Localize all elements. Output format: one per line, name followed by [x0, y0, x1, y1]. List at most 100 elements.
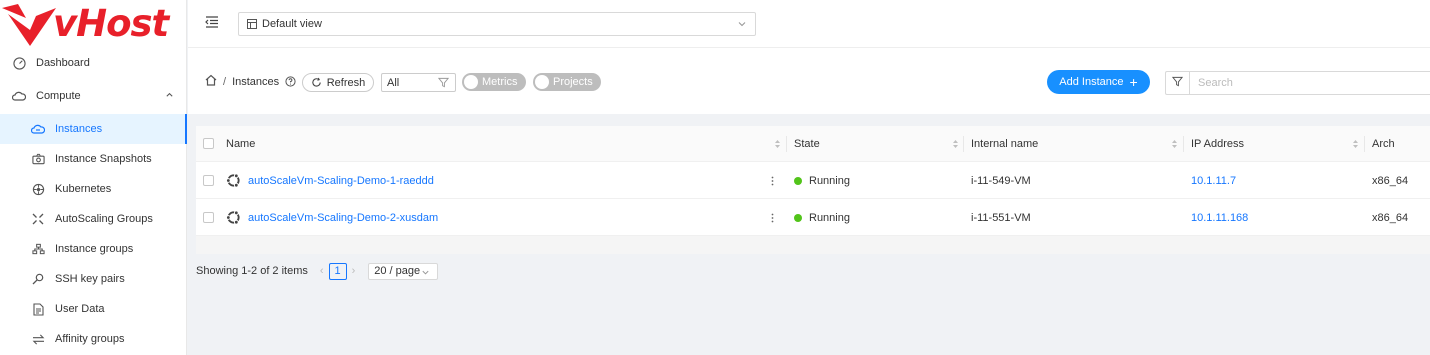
view-select-value: Default view: [262, 18, 322, 30]
more-actions-icon[interactable]: [771, 176, 774, 189]
sidebar-item-instance-groups[interactable]: Instance groups: [0, 234, 187, 264]
state-text: Running: [809, 174, 850, 187]
sidebar-item-label: Affinity groups: [55, 333, 125, 345]
sort-icon[interactable]: [1171, 139, 1178, 152]
reload-icon: [311, 77, 322, 88]
instance-name-link[interactable]: autoScaleVm-Scaling-Demo-2-xusdam: [248, 199, 438, 236]
sidebar-item-instance-snapshots[interactable]: Instance Snapshots: [0, 144, 187, 174]
document-icon: [31, 302, 45, 316]
chevron-down-icon: [421, 268, 430, 280]
arch-cell: x86_64: [1372, 211, 1409, 224]
dashboard-icon: [12, 56, 26, 70]
sidebar-item-user-data[interactable]: User Data: [0, 294, 187, 324]
column-divider: [786, 136, 787, 152]
column-divider: [1183, 136, 1184, 152]
search-filter-button[interactable]: [1165, 71, 1189, 95]
layout-icon: [247, 19, 257, 29]
breadcrumb: / Instances: [205, 74, 296, 89]
pagination-summary: Showing 1-2 of 2 items: [196, 265, 308, 277]
toolbar: / Instances Refresh All Metrics Projects…: [188, 48, 1430, 114]
sidebar-item-affinity-groups[interactable]: Affinity groups: [0, 324, 187, 354]
cloud-icon: [12, 89, 26, 103]
row-checkbox[interactable]: [203, 175, 214, 186]
metrics-toggle-label: Metrics: [482, 76, 518, 88]
sidebar-item-autoscaling-groups[interactable]: AutoScaling Groups: [0, 204, 187, 234]
refresh-label: Refresh: [326, 76, 366, 89]
sidebar-item-instances[interactable]: Instances: [0, 114, 187, 144]
sort-icon[interactable]: [774, 139, 781, 152]
menu-fold-icon[interactable]: [205, 16, 219, 31]
projects-toggle-label: Projects: [553, 76, 593, 88]
select-all-checkbox[interactable]: [203, 138, 214, 149]
ip-address-link[interactable]: 10.1.11.168: [1191, 199, 1248, 236]
top-header: Default view: [188, 0, 1430, 48]
camera-icon: [31, 152, 45, 166]
chevron-down-icon: [737, 19, 747, 32]
add-instance-button[interactable]: Add Instance +: [1047, 70, 1150, 94]
sidebar-item-label: Instances: [55, 123, 103, 135]
swap-icon: [31, 332, 45, 346]
sidebar: vHost Dashboard Compute Instances Instan…: [0, 0, 187, 355]
metrics-toggle[interactable]: Metrics: [462, 73, 526, 91]
key-icon: [31, 272, 45, 286]
refresh-button[interactable]: Refresh: [302, 73, 374, 92]
sidebar-item-label: Instance groups: [55, 243, 134, 255]
question-circle-icon[interactable]: [285, 76, 296, 87]
sidebar-item-label: Instance Snapshots: [55, 153, 152, 165]
sidebar-item-ssh-key-pairs[interactable]: SSH key pairs: [0, 264, 187, 294]
sidebar-item-compute[interactable]: Compute: [0, 81, 187, 111]
home-icon[interactable]: [205, 74, 217, 89]
state-text: Running: [809, 211, 850, 224]
page-size-value: 20 / page: [374, 265, 421, 277]
ubuntu-icon: [226, 199, 241, 236]
instance-name-link[interactable]: autoScaleVm-Scaling-Demo-1-raeddd: [248, 162, 434, 199]
state-cell: Running: [794, 199, 850, 236]
status-dot: [794, 213, 802, 222]
sidebar-item-label: SSH key pairs: [55, 273, 125, 285]
column-header-ip-address[interactable]: IP Address: [1191, 126, 1244, 162]
kubernetes-icon: [31, 182, 45, 196]
logo-mark-icon: [2, 4, 56, 46]
ip-address-link[interactable]: 10.1.11.7: [1191, 162, 1236, 199]
filter-select[interactable]: All: [381, 73, 456, 92]
projects-toggle[interactable]: Projects: [533, 73, 601, 91]
state-cell: Running: [794, 162, 850, 199]
sidebar-item-dashboard[interactable]: Dashboard: [0, 48, 187, 78]
column-header-state[interactable]: State: [794, 126, 820, 162]
instances-table: Name State Internal name IP Address Arch…: [196, 126, 1430, 236]
sort-icon[interactable]: [952, 139, 959, 152]
cluster-icon: [31, 242, 45, 256]
column-header-name[interactable]: Name: [226, 126, 255, 162]
page-number-current[interactable]: 1: [328, 262, 347, 280]
sidebar-item-label: User Data: [55, 303, 105, 315]
search-input[interactable]: Search: [1189, 71, 1430, 95]
row-checkbox[interactable]: [203, 212, 214, 223]
chevron-right-icon[interactable]: ›: [352, 265, 356, 277]
table-row: autoScaleVm-Scaling-Demo-1-raeddd Runnin…: [196, 162, 1430, 199]
view-select[interactable]: Default view: [238, 12, 756, 36]
brand-logo[interactable]: vHost: [0, 0, 187, 48]
status-dot: [794, 176, 802, 185]
sidebar-item-label: AutoScaling Groups: [55, 213, 153, 225]
sidebar-item-kubernetes[interactable]: Kubernetes: [0, 174, 187, 204]
search-placeholder: Search: [1198, 77, 1233, 89]
table-footer: [196, 236, 1430, 254]
breadcrumb-separator: /: [223, 75, 227, 88]
table-row: autoScaleVm-Scaling-Demo-2-xusdam Runnin…: [196, 199, 1430, 236]
chevron-left-icon[interactable]: ‹: [320, 265, 324, 277]
expand-arrows-icon: [31, 212, 45, 226]
column-header-internal-name[interactable]: Internal name: [971, 126, 1038, 162]
internal-name-cell: i-11-551-VM: [971, 211, 1031, 224]
filter-icon: [1171, 76, 1184, 90]
sort-icon[interactable]: [1352, 139, 1359, 152]
page-size-select[interactable]: 20 / page: [368, 262, 439, 280]
pagination: Showing 1-2 of 2 items ‹ 1 › 20 / page: [196, 262, 439, 280]
ubuntu-icon: [226, 162, 241, 199]
brand-name: vHost: [53, 2, 169, 45]
column-divider: [1364, 136, 1365, 152]
more-actions-icon[interactable]: [771, 213, 774, 226]
column-header-arch[interactable]: Arch: [1372, 126, 1395, 162]
sidebar-item-label: Dashboard: [36, 57, 90, 69]
chevron-up-icon: [165, 90, 174, 102]
plus-icon: +: [1129, 74, 1138, 90]
